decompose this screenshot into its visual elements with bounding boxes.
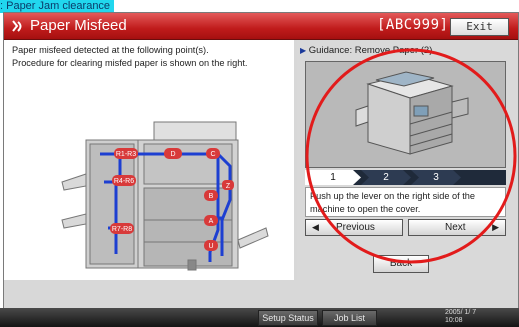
status-bar: Setup Status Job List 2005/ 1/ 7 10:08 bbox=[0, 308, 519, 327]
marker-d-label: D bbox=[170, 151, 175, 158]
previous-label: Previous bbox=[336, 222, 375, 233]
setup-status-button[interactable]: Setup Status bbox=[258, 310, 318, 326]
title-bar: Paper Misfeed [ABC999] Exit bbox=[4, 13, 518, 40]
previous-button[interactable]: ◀ Previous bbox=[305, 219, 403, 236]
instruction-text: Push up the lever on the right side of t… bbox=[305, 187, 506, 217]
next-button[interactable]: Next ▶ bbox=[408, 219, 506, 236]
date-time: 2005/ 1/ 7 10:08 bbox=[445, 309, 476, 325]
instruction-line-2: machine to open the cover. bbox=[310, 204, 421, 214]
date-display: 2005/ 1/ 7 bbox=[445, 309, 477, 316]
message-line-2: Procedure for clearing misfed paper is s… bbox=[12, 58, 248, 68]
step-2: 2 bbox=[383, 172, 389, 183]
instruction-line-1: Push up the lever on the right side of t… bbox=[310, 191, 475, 201]
next-label: Next bbox=[445, 222, 466, 233]
job-list-button[interactable]: Job List bbox=[322, 310, 377, 326]
marker-z-label: Z bbox=[226, 183, 231, 190]
misfeed-location-area: Paper misfeed detected at the following … bbox=[4, 40, 294, 280]
time-display: 10:08 bbox=[445, 317, 463, 324]
play-triangle-icon: ▶ bbox=[300, 46, 307, 55]
finisher-unit bbox=[61, 139, 139, 269]
step-1: 1 bbox=[330, 172, 336, 183]
marker-a-label: A bbox=[209, 218, 214, 225]
right-arrow-icon: ▶ bbox=[492, 222, 499, 232]
marker-c-label: C bbox=[210, 151, 215, 158]
back-button[interactable]: Back bbox=[373, 255, 429, 273]
misfeed-icon bbox=[12, 20, 22, 32]
guidance-panel: ▶ Guidance: Remove Paper (2) 1 2 3 Push … bbox=[297, 40, 518, 280]
left-arrow-icon: ◀ bbox=[312, 222, 319, 232]
copier-body bbox=[137, 121, 269, 271]
message-line-1: Paper misfeed detected at the following … bbox=[12, 45, 209, 55]
misfeed-message: Paper misfeed detected at the following … bbox=[12, 44, 247, 70]
marker-b-label: B bbox=[209, 193, 214, 200]
marker-u-label: U bbox=[208, 243, 213, 250]
machine-diagram: R1-R3 D C R4-R6 Z B R7-R8 A U bbox=[61, 121, 269, 271]
marker-r1-r3-label: R1-R3 bbox=[116, 151, 136, 158]
step-indicator: 1 2 3 bbox=[305, 170, 506, 185]
exit-button[interactable]: Exit bbox=[450, 18, 509, 36]
guidance-label: Guidance: Remove Paper (2) bbox=[308, 45, 433, 56]
screen-title: Paper Misfeed bbox=[30, 17, 127, 34]
paper-misfeed-panel: Paper Misfeed [ABC999] Exit Paper misfee… bbox=[3, 12, 519, 309]
marker-r7-r8-label: R7-R8 bbox=[112, 226, 132, 233]
marker-r4-r6-label: R4-R6 bbox=[114, 178, 134, 185]
guidance-heading: ▶ Guidance: Remove Paper (2) bbox=[300, 45, 432, 56]
step-3: 3 bbox=[433, 172, 439, 183]
guidance-illustration bbox=[305, 61, 506, 168]
job-code: [ABC999] bbox=[377, 17, 449, 33]
copier-illustration bbox=[355, 71, 469, 155]
